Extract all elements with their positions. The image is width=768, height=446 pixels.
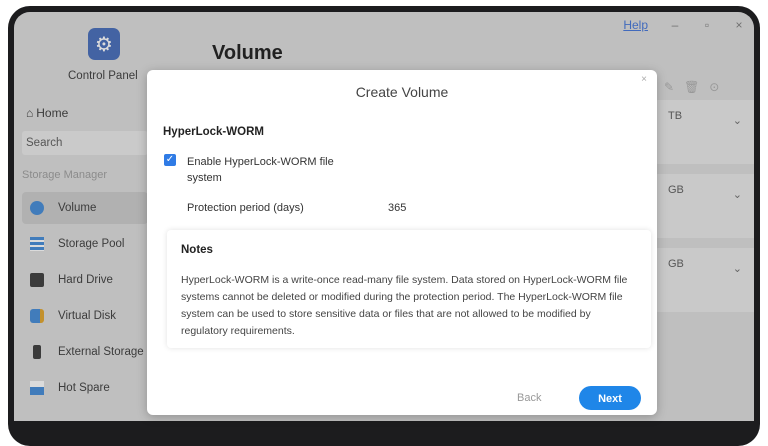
- notes-text: HyperLock-WORM is a write-once read-many…: [181, 274, 628, 337]
- enable-worm-checkbox[interactable]: ✓: [164, 154, 176, 166]
- back-button[interactable]: Back: [517, 392, 541, 404]
- create-volume-dialog: × Create Volume HyperLock-WORM ✓ Enable …: [147, 70, 657, 415]
- protection-period-value[interactable]: 365: [388, 202, 406, 214]
- section-heading: HyperLock-WORM: [163, 126, 264, 138]
- notes-title: Notes: [181, 244, 213, 256]
- enable-worm-label[interactable]: Enable HyperLock-WORM file system: [187, 154, 367, 186]
- dialog-title: Create Volume: [355, 84, 449, 100]
- notes-panel: Notes HyperLock-WORM is a write-once rea…: [167, 230, 651, 348]
- protection-period-label: Protection period (days): [187, 202, 304, 214]
- next-button[interactable]: Next: [579, 386, 641, 410]
